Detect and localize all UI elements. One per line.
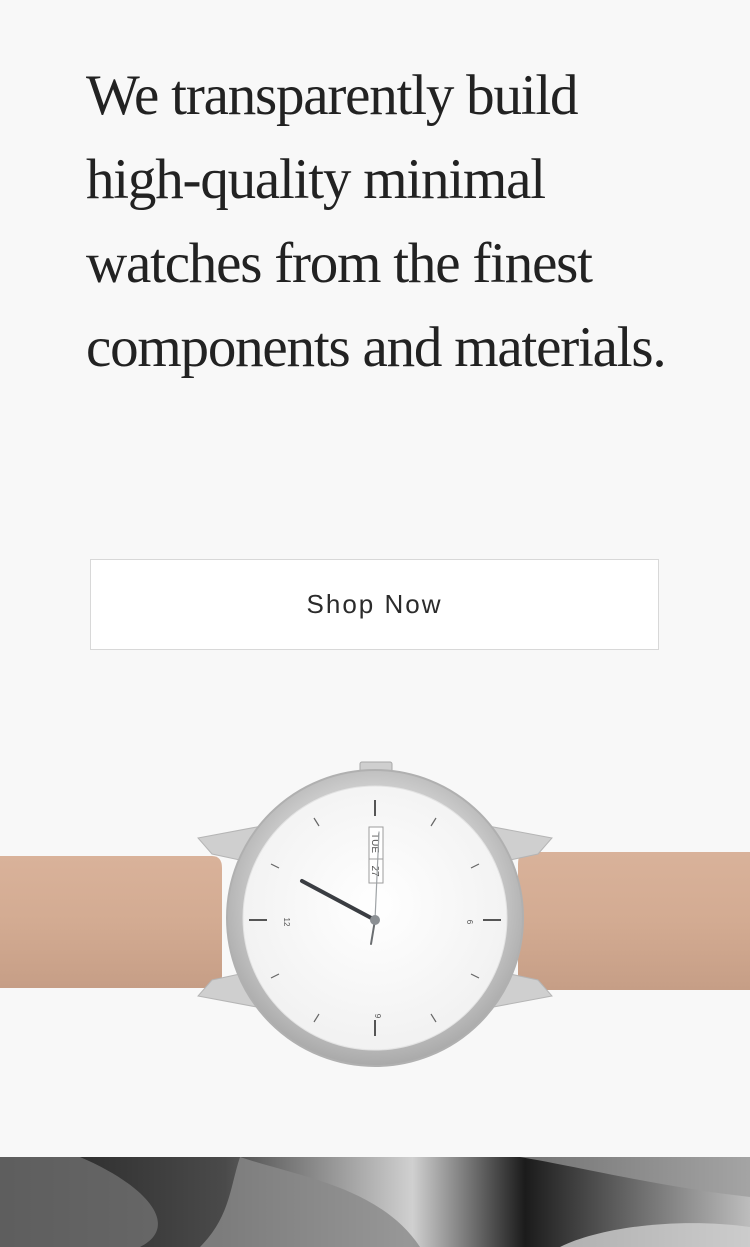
- marker-12: 12: [282, 918, 291, 927]
- shop-now-button[interactable]: Shop Now: [90, 559, 659, 650]
- marker-9: 9: [373, 1014, 382, 1019]
- watch-dial: 12 6 9 TUE 27: [242, 785, 508, 1051]
- date-number: 27: [369, 865, 380, 877]
- date-window: TUE 27: [368, 826, 384, 884]
- left-strap: [0, 856, 222, 988]
- right-strap: [518, 852, 750, 990]
- product-watch-image[interactable]: 12 6 9 TUE 27: [0, 740, 750, 1100]
- hero-headline: We transparently build high-quality mini…: [86, 64, 667, 379]
- lifestyle-photo: [0, 1157, 750, 1247]
- shop-now-label: Shop Now: [306, 589, 443, 619]
- marker-6: 6: [465, 920, 474, 925]
- page: We transparently build high-quality mini…: [0, 0, 750, 1247]
